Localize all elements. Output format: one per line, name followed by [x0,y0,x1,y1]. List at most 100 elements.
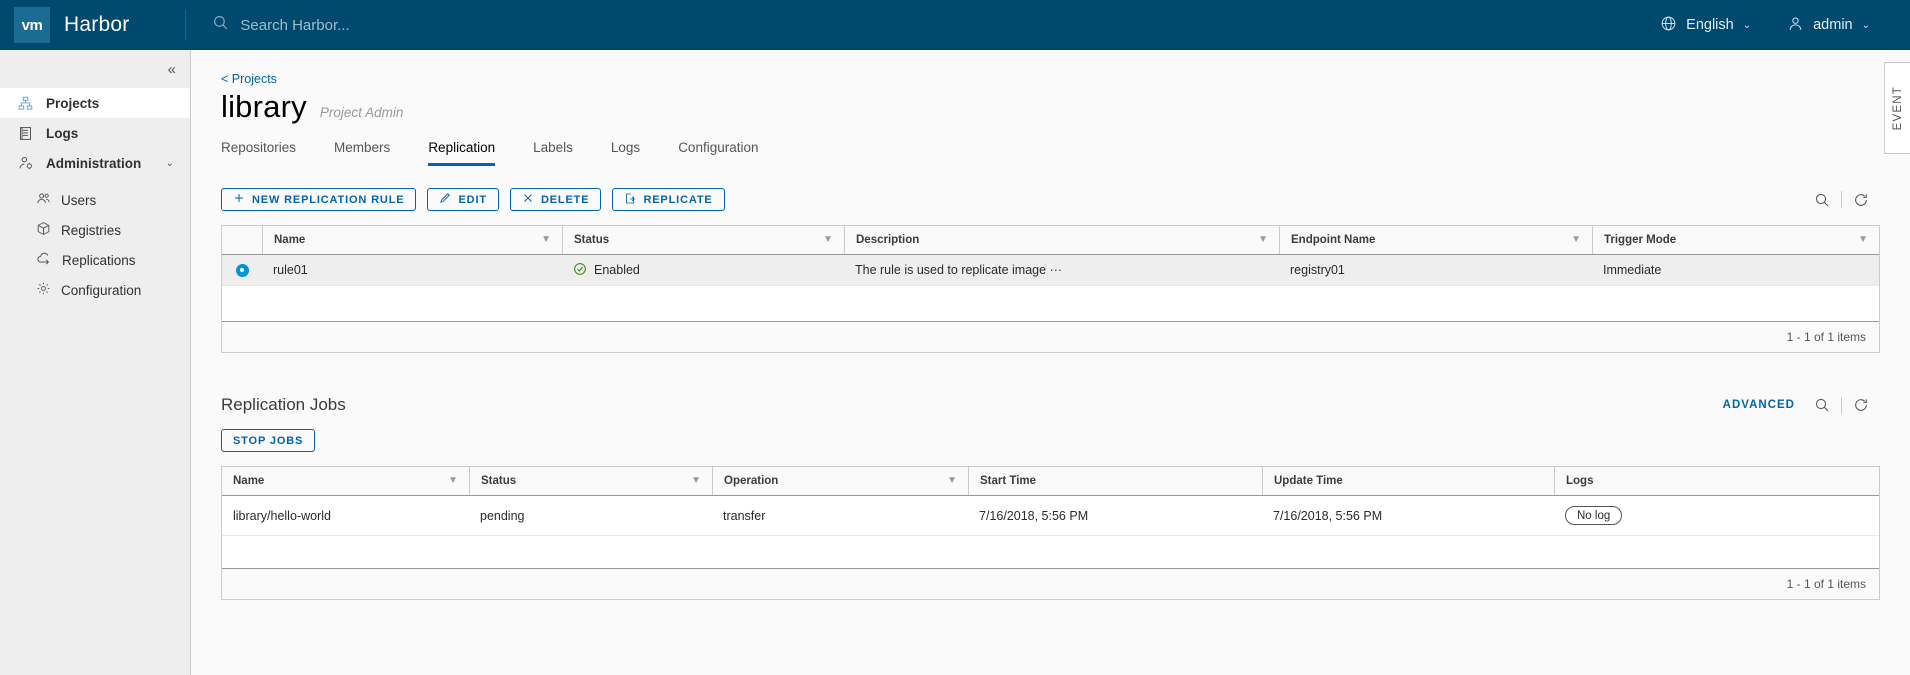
sidebar: « Projects Logs Administration ⌄ Users R… [0,50,191,675]
replicate-button[interactable]: REPLICATE [612,188,725,211]
sidebar-item-replications[interactable]: Replications [0,245,190,275]
table-empty-row [222,286,1879,321]
stop-jobs-button[interactable]: STOP JOBS [221,429,316,452]
search-input[interactable] [240,16,501,34]
th-endpoint-name: Endpoint Name ▼ [1279,226,1592,254]
logs-icon [18,126,35,141]
users-icon [36,191,51,209]
rules-toolbar: NEW REPLICATION RULE EDIT DELETE REPLICA… [221,188,1910,211]
cell-job-name: library/hello-world [233,508,331,523]
th-status: Status ▼ [562,226,844,254]
registries-icon [36,221,51,239]
chevron-down-icon: ⌄ [1742,19,1752,31]
jobs-tools: ADVANCED [1723,396,1880,414]
cell-job-status: pending [480,508,525,523]
jobs-search-icon[interactable] [1803,397,1841,413]
user-menu[interactable]: admin ⌄ [1769,15,1888,36]
user-icon [1787,15,1804,36]
new-replication-rule-button[interactable]: NEW REPLICATION RULE [221,188,417,211]
filter-icon[interactable]: ▼ [691,476,701,486]
language-selector[interactable]: English ⌄ [1642,15,1769,36]
sidebar-item-users[interactable]: Users [0,185,190,215]
jobs-section-header: Replication Jobs ADVANCED [221,395,1880,415]
configuration-icon [36,281,51,299]
main-content: < Projects library Project Admin Reposit… [191,50,1910,675]
jobs-pagination: 1 - 1 of 1 items [222,568,1879,599]
th-job-name: Name ▼ [222,467,469,495]
table-header-row: Name ▼ Status ▼ Operation ▼ Start Time U… [222,467,1879,496]
page-title: library [221,89,307,124]
th-trigger-mode: Trigger Mode ▼ [1592,226,1879,254]
th-select [222,226,262,254]
collapse-sidebar-icon[interactable]: « [168,62,176,77]
column-label: Name [233,475,265,487]
no-log-badge[interactable]: No log [1565,506,1623,525]
cell-endpoint-name: registry01 [1290,263,1345,277]
sidebar-item-registries[interactable]: Registries [0,215,190,245]
edit-button[interactable]: EDIT [427,188,499,211]
sidebar-item-configuration[interactable]: Configuration [0,275,190,305]
advanced-link[interactable]: ADVANCED [1723,399,1803,411]
column-label: Status [574,234,610,246]
tab-members[interactable]: Members [334,135,390,166]
row-radio-button[interactable] [235,263,249,277]
filter-icon[interactable]: ▼ [448,476,458,486]
th-job-status: Status ▼ [469,467,712,495]
project-role-label: Project Admin [319,105,404,120]
delete-button[interactable]: DELETE [509,188,602,211]
jobs-refresh-icon[interactable] [1842,397,1880,413]
jobs-title: Replication Jobs [221,395,346,414]
replication-rules-table: Name ▼ Status ▼ Description ▼ Endpoint N… [221,225,1880,353]
column-label: Start Time [980,475,1037,487]
column-label: Trigger Mode [1604,234,1677,246]
vmware-logo: vm [14,7,50,43]
sidebar-item-administration[interactable]: Administration ⌄ [0,148,190,178]
tab-repositories[interactable]: Repositories [221,135,296,166]
filter-icon[interactable]: ▼ [823,235,833,245]
global-search[interactable] [212,14,501,36]
sidebar-item-projects[interactable]: Projects [0,88,190,118]
filter-icon[interactable]: ▼ [1858,235,1868,245]
cell-name: rule01 [273,263,308,277]
button-label: NEW REPLICATION RULE [252,193,405,206]
brand[interactable]: vm Harbor [0,7,129,43]
cell-status: Enabled [562,262,844,279]
filter-icon[interactable]: ▼ [541,235,551,245]
filter-icon[interactable]: ▼ [1571,235,1581,245]
jobs-toolbar: STOP JOBS [221,429,1910,452]
event-panel-tab[interactable]: EVENT [1884,62,1910,154]
filter-icon[interactable]: ▼ [947,476,957,486]
app-title: Harbor [64,13,130,36]
breadcrumb[interactable]: < Projects [221,72,1910,86]
cell-description: The rule is used to replicate image ··· [855,263,1063,277]
table-empty-row [222,536,1879,568]
sidebar-item-label: Logs [46,125,79,141]
sidebar-item-label: Configuration [61,282,142,298]
sidebar-item-label: Administration [46,155,142,171]
close-icon [522,192,534,207]
replications-icon [36,251,52,270]
rules-refresh-icon[interactable] [1842,192,1880,208]
cell-job-start-time: 7/16/2018, 5:56 PM [979,508,1089,523]
table-row[interactable]: rule01 Enabled The rule is used to repli… [222,255,1879,286]
tab-logs[interactable]: Logs [611,135,640,166]
sidebar-item-logs[interactable]: Logs [0,118,190,148]
header-divider [185,10,187,40]
table-row[interactable]: library/hello-world pending transfer 7/1… [222,496,1879,536]
column-label: Logs [1566,475,1594,487]
th-job-start-time: Start Time [968,467,1262,495]
replicate-icon [624,192,636,208]
rules-search-icon[interactable] [1803,192,1841,208]
tab-labels[interactable]: Labels [533,135,573,166]
administration-icon [18,155,35,171]
column-label: Status [481,475,517,487]
tab-replication[interactable]: Replication [428,135,496,166]
chevron-down-icon[interactable]: ⌄ [166,158,174,169]
cell-job-update-time: 7/16/2018, 5:56 PM [1273,508,1383,523]
search-icon [212,14,229,36]
filter-icon[interactable]: ▼ [1258,235,1268,245]
column-label: Operation [724,475,779,487]
tab-configuration[interactable]: Configuration [678,135,758,166]
language-label: English [1686,17,1734,33]
